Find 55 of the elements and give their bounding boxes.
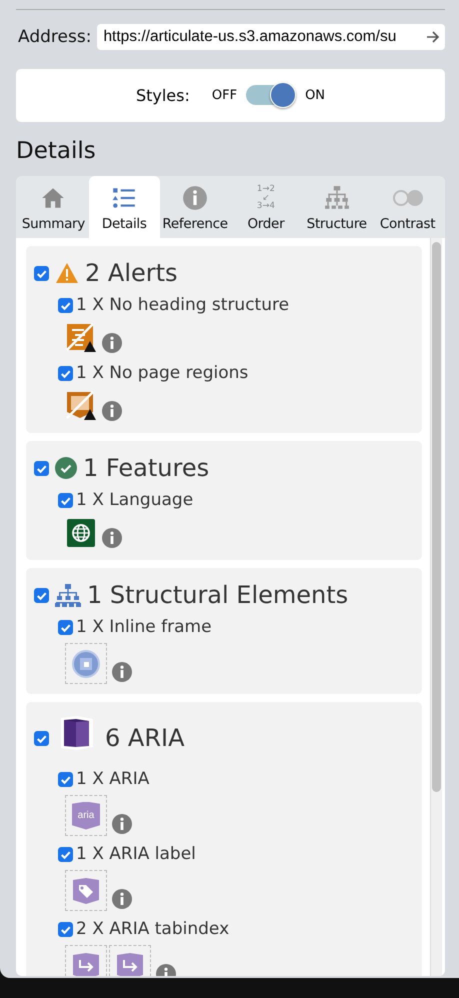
checkbox[interactable] [58, 846, 73, 862]
tab[interactable]: Reference [160, 176, 230, 238]
tag-icon[interactable] [65, 870, 107, 911]
address-field[interactable]: https://articulate-us.s3.amazonaws.com/su [97, 24, 445, 50]
info-icon[interactable] [102, 528, 122, 548]
checkbox[interactable] [34, 460, 49, 476]
globe-icon[interactable] [65, 516, 97, 550]
info-icon[interactable] [102, 333, 122, 353]
item-label: 1 X Language [76, 490, 194, 510]
item-label: 1 X Inline frame [76, 617, 212, 637]
info-icon[interactable] [112, 662, 132, 682]
sitemap-icon [324, 185, 350, 211]
checkbox[interactable] [58, 620, 73, 634]
warning-icon [55, 262, 79, 284]
info-icon[interactable] [102, 401, 122, 421]
address-label: Address: [18, 27, 92, 47]
item-label: 1 X ARIA label [76, 844, 196, 864]
checkbox[interactable] [58, 772, 73, 786]
off-label: OFF [212, 88, 238, 103]
no-heading-icon[interactable] [65, 321, 97, 355]
frame-icon[interactable] [65, 643, 107, 684]
item-label: 1 X ARIA [76, 769, 150, 789]
tab[interactable]: Structure [301, 176, 372, 238]
tab[interactable]: 1→2 ↙ 3→4 Order [230, 176, 302, 238]
category-heading: 2 Alerts [85, 259, 178, 287]
tab[interactable]: Contrast [372, 176, 443, 238]
scrollbar[interactable] [430, 238, 442, 976]
tab[interactable]: Details [88, 176, 160, 238]
checkbox[interactable] [58, 492, 73, 508]
item-label: 1 X No page regions [76, 363, 248, 383]
no-regions-icon[interactable] [65, 389, 97, 423]
info-icon[interactable] [112, 889, 132, 909]
sitemap-icon [55, 583, 81, 607]
item-label: 1 X No heading structure [76, 295, 290, 315]
checkbox[interactable] [58, 298, 73, 312]
tab[interactable]: Summary [18, 176, 89, 238]
info-icon [182, 185, 208, 211]
checkbox[interactable] [34, 730, 49, 746]
styles-label: Styles: [136, 86, 190, 105]
cube-icon [59, 715, 95, 751]
item-label: 2 X ARIA tabindex [76, 919, 230, 939]
arrow-right-icon[interactable] [425, 29, 441, 45]
section-title: Details [16, 138, 97, 164]
checkbox[interactable] [34, 266, 49, 280]
order-icon: 1→2 ↙ 3→4 [256, 185, 275, 211]
category-heading: 1 Structural Elements [87, 581, 348, 609]
category-heading: 1 Features [83, 454, 210, 482]
checkmark-icon [55, 457, 77, 479]
checkbox[interactable] [58, 366, 73, 380]
info-icon[interactable] [112, 814, 132, 834]
checkbox[interactable] [58, 922, 73, 936]
checkbox[interactable] [34, 588, 49, 602]
styles-toggle[interactable] [245, 82, 298, 109]
on-label: ON [305, 88, 326, 103]
category-heading: 6 ARIA [105, 724, 184, 752]
